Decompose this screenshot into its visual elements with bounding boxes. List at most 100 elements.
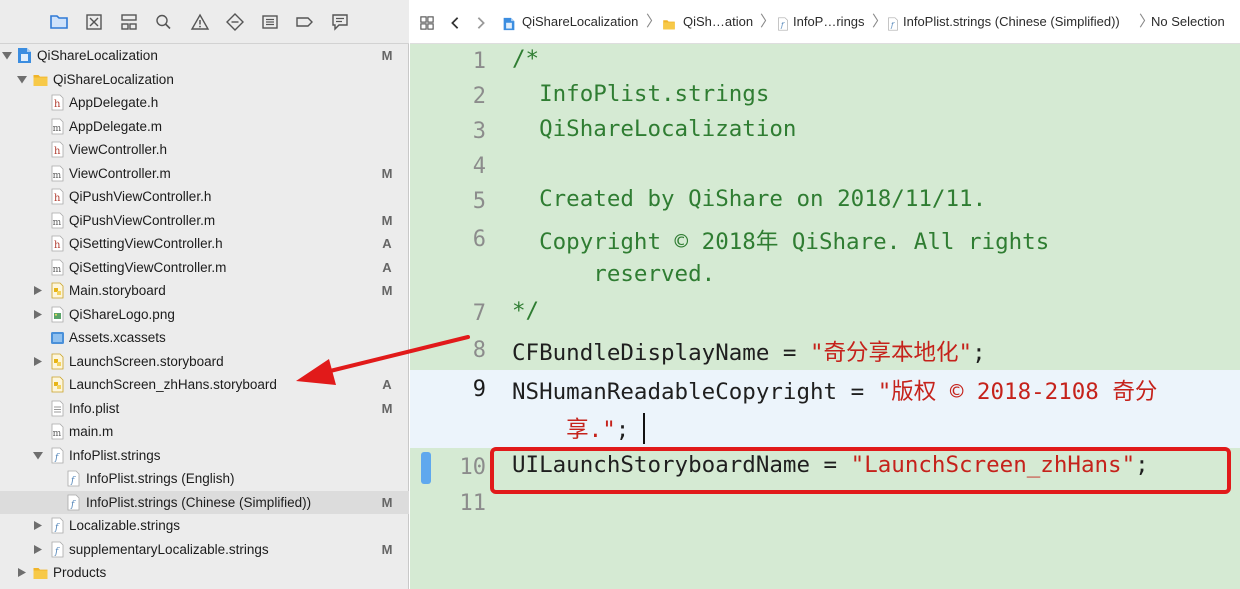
issue-icon[interactable] [190,13,210,31]
file-tree-item-qipushviewcontroller-m[interactable]: m QiPushViewController.m M [0,209,409,232]
line-number[interactable]: 6 [450,227,486,252]
file-name: InfoPlist.strings (English) [86,471,235,486]
disclosure-closed-icon[interactable] [33,279,43,302]
find-icon[interactable] [154,13,174,31]
code-string-literal: 享." [512,417,616,443]
header-file-icon: h [50,188,65,205]
code-token: NSHumanReadableCopyright = [512,379,878,405]
forward-icon[interactable] [474,16,486,32]
line-number[interactable]: 3 [450,119,486,144]
code-area[interactable]: 1 /* 2 InfoPlist.strings 3 QiShareLocalizat… [410,44,1240,589]
report-icon[interactable] [330,13,350,31]
file-name: ViewController.m [69,165,171,181]
file-tree-item-main-storyboard[interactable]: Main.storyboard M [0,279,409,302]
svg-text:m: m [53,171,62,181]
file-tree-item-infoplist-strings-english[interactable]: f InfoPlist.strings (English) [0,467,409,490]
file-tree-item-viewcontroller-m[interactable]: m ViewController.m M [0,162,409,185]
file-tree-item-qipushviewcontroller-h[interactable]: h QiPushViewController.h [0,185,409,208]
disclosure-closed-icon[interactable] [33,538,43,561]
objc-file-icon: m [50,259,65,276]
file-name: InfoPlist.strings (Chinese (Simplified)) [86,494,312,510]
code-token: ; [972,340,986,366]
file-tree-item-qisharelogo-png[interactable]: QiShareLogo.png [0,303,409,326]
text-cursor [643,413,645,444]
file-tree-item-main-m[interactable]: m main.m [0,420,409,443]
source-editor: QiShareLocalization 〉 QiSh…ation 〉 f InfoP…ri… [410,0,1240,589]
strings-file-icon: f [50,517,65,534]
line-number[interactable]: 2 [450,84,486,109]
line-number[interactable]: 9 [450,377,486,402]
file-name: QiPushViewController.m [69,212,216,228]
line-number[interactable]: 5 [450,189,486,214]
scm-status-badge: A [382,236,392,251]
svg-text:m: m [53,265,62,275]
file-name: Assets.xcassets [69,330,166,345]
file-name: LaunchScreen.storyboard [69,353,224,369]
file-tree-item-qisharelocalization[interactable]: QiShareLocalization M [0,44,409,67]
hierarchy-icon[interactable] [119,13,139,31]
disclosure-closed-icon[interactable] [33,514,43,537]
related-items-icon[interactable] [420,16,436,32]
code-line: 享."; [512,412,629,444]
disclosure-closed-icon[interactable] [33,350,43,373]
file-tree-item-infoplist-strings[interactable]: f InfoPlist.strings [0,444,409,467]
file-tree-item-qisharelocalization[interactable]: QiShareLocalization [0,68,409,91]
test-icon[interactable] [225,13,245,31]
file-tree-item-launchscreen-zhhans-storyboard[interactable]: LaunchScreen_zhHans.storyboard A [0,373,409,396]
folder-icon[interactable] [49,13,69,31]
file-name: QiShareLogo.png [69,306,175,322]
file-tree-item-qisettingviewcontroller-h[interactable]: h QiSettingViewController.h A [0,232,409,255]
objc-file-icon: m [50,423,65,440]
disclosure-closed-icon[interactable] [33,303,43,326]
breadcrumb-item[interactable]: InfoPlist.strings (Chinese (Simplified)) [903,0,1120,44]
line-number[interactable]: 11 [450,491,487,516]
file-tree-item-supplementarylocalizable-strings[interactable]: f supplementaryLocalizable.strings M [0,538,409,561]
line-number[interactable]: 1 [450,49,486,74]
svg-text:h: h [54,146,61,157]
breadcrumb-item[interactable]: QiSh…ation [683,0,753,44]
file-name: Products [53,565,107,580]
strings-file-icon: f [66,470,81,487]
code-string-literal: "奇分享本地化" [810,340,973,366]
group-folder-icon [33,564,48,581]
disclosure-closed-icon[interactable] [17,561,27,584]
strings-file-icon: f [776,17,790,31]
file-tree-item-products[interactable]: Products [0,561,409,584]
strings-file-icon: f [50,447,65,464]
breakpoint-icon[interactable] [295,13,315,31]
file-tree-item-assets-xcassets[interactable]: Assets.xcassets [0,326,409,349]
line-number[interactable]: 8 [450,338,486,363]
file-tree-item-info-plist[interactable]: Info.plist M [0,397,409,420]
disclosure-open-icon[interactable] [33,444,43,467]
file-tree-item-appdelegate-h[interactable]: h AppDelegate.h [0,91,409,114]
file-tree-item-localizable-strings[interactable]: f Localizable.strings [0,514,409,537]
disclosure-open-icon[interactable] [17,68,27,91]
file-tree-item-appdelegate-m[interactable]: m AppDelegate.m [0,115,409,138]
breadcrumb-separator: 〉 [646,13,662,30]
breadcrumb-item[interactable]: QiShareLocalization [522,0,638,44]
svg-text:h: h [54,193,61,204]
line-number[interactable]: 7 [450,301,486,326]
file-tree-item-qisettingviewcontroller-m[interactable]: m QiSettingViewController.m A [0,256,409,279]
debug-icon[interactable] [260,13,280,31]
group-folder-icon [662,17,676,31]
breadcrumb-item[interactable]: InfoP…rings [793,0,865,44]
file-tree-item-launchscreen-storyboard[interactable]: LaunchScreen.storyboard [0,350,409,373]
file-tree-item-viewcontroller-h[interactable]: h ViewController.h [0,138,409,161]
plist-file-icon [50,400,65,417]
scm-status-badge: M [381,400,393,416]
back-icon[interactable] [448,16,460,32]
disclosure-open-icon[interactable] [2,44,12,67]
breadcrumb-item[interactable]: No Selection [1151,0,1225,44]
file-tree-item-infoplist-strings-chinese-simplified[interactable]: f InfoPlist.strings (Chinese (Simplified)… [0,490,409,514]
line-number[interactable]: 4 [450,154,486,179]
code-line: QiShareLocalization [512,116,796,142]
line-number[interactable]: 10 [450,455,487,480]
code-comment: Copyright © 2018年 QiShare. All rights [512,229,1050,255]
group-folder-icon [33,71,48,88]
code-comment: reserved. [512,261,716,287]
scm-status-badge: M [381,165,393,181]
svg-text:m: m [53,124,62,134]
source-control-icon[interactable] [84,13,104,31]
code-comment: */ [512,298,540,324]
